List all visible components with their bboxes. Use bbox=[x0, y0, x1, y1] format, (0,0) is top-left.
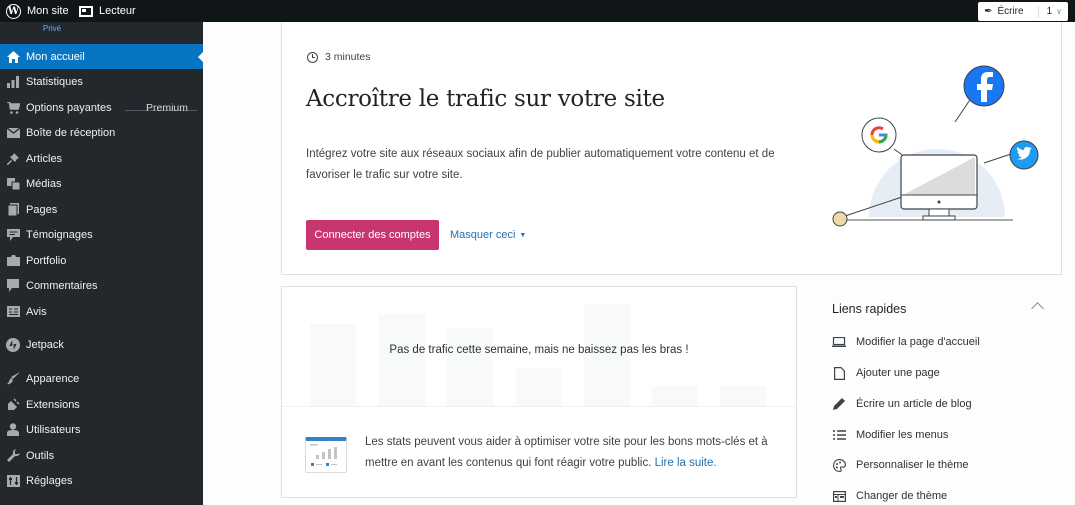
sidebar-item-inbox[interactable]: Boîte de réception bbox=[0, 120, 203, 145]
sidebar-item-articles[interactable]: Articles bbox=[0, 146, 203, 171]
quick-link-edit-menus[interactable]: Modifier les menus bbox=[832, 428, 948, 442]
stats-chart-icon bbox=[305, 437, 347, 473]
social-illustration bbox=[832, 65, 1039, 227]
sidebar-item-comments[interactable]: Commentaires bbox=[0, 273, 203, 298]
reader-label: Lecteur bbox=[99, 5, 136, 17]
sidebar-item-plugins[interactable]: Extensions bbox=[0, 392, 203, 417]
sidebar-item-stats[interactable]: Statistiques bbox=[0, 69, 203, 94]
sidebar-item-users[interactable]: Utilisateurs bbox=[0, 417, 203, 442]
sidebar-item-tools[interactable]: Outils bbox=[0, 443, 203, 468]
home-icon bbox=[6, 50, 20, 64]
pin-icon bbox=[6, 152, 20, 166]
stats-card: Pas de trafic cette semaine, mais ne bai… bbox=[281, 286, 797, 498]
placeholder-bar bbox=[447, 328, 493, 406]
hide-task-link[interactable]: Masquer ceci ▼ bbox=[450, 229, 526, 241]
dot-icon bbox=[832, 211, 848, 227]
facebook-icon bbox=[963, 65, 1005, 107]
page-icon bbox=[832, 366, 846, 380]
clock-icon bbox=[307, 51, 318, 63]
quick-link-write-post[interactable]: Écrire un article de blog bbox=[832, 397, 972, 411]
sidebar-item-home[interactable]: Mon accueil bbox=[0, 44, 204, 69]
task-title: Accroître le trafic sur votre site bbox=[306, 86, 665, 112]
page-icon bbox=[6, 203, 20, 217]
stats-tip-text: Les stats peuvent vous aider à optimiser… bbox=[365, 436, 768, 469]
reader-icon bbox=[79, 5, 93, 17]
quick-links-title: Liens rapides bbox=[832, 302, 907, 316]
twitter-icon bbox=[1009, 140, 1039, 170]
read-more-link[interactable]: Lire la suite. bbox=[655, 457, 717, 469]
sidebar: Mon accueil Statistiques Options payante… bbox=[0, 22, 204, 505]
placeholder-bar bbox=[310, 324, 356, 406]
sidebar-item-pages[interactable]: Pages bbox=[0, 197, 203, 222]
reader-button[interactable]: Lecteur bbox=[71, 0, 136, 22]
sidebar-item-settings[interactable]: Réglages bbox=[0, 468, 203, 493]
wrench-icon bbox=[6, 449, 20, 463]
theme-icon bbox=[832, 489, 846, 503]
testimonial-icon bbox=[6, 228, 20, 242]
chevron-up-icon[interactable] bbox=[1031, 302, 1044, 315]
stats-icon bbox=[6, 75, 20, 89]
cart-icon bbox=[6, 101, 20, 115]
sidebar-item-paid-options[interactable]: Options payantes Premium bbox=[0, 95, 203, 120]
feather-icon: ✒ bbox=[984, 6, 993, 17]
sidebar-item-feedback[interactable]: Avis bbox=[0, 299, 203, 324]
placeholder-bar bbox=[516, 368, 562, 406]
mail-icon bbox=[6, 126, 20, 140]
quick-link-add-page[interactable]: Ajouter une page bbox=[832, 366, 940, 380]
premium-badge: Premium bbox=[145, 101, 188, 114]
palette-icon bbox=[832, 458, 846, 472]
duration-row: 3 minutes bbox=[307, 51, 371, 63]
placeholder-bar bbox=[379, 314, 425, 406]
sidebar-item-appearance[interactable]: Apparence bbox=[0, 366, 203, 391]
placeholder-bar bbox=[652, 386, 698, 406]
sidebar-item-media[interactable]: Médias bbox=[0, 171, 203, 196]
google-icon bbox=[861, 117, 897, 153]
quick-link-change-theme[interactable]: Changer de thème bbox=[832, 489, 947, 503]
site-status-badge: Privé bbox=[36, 22, 68, 36]
list-icon bbox=[832, 428, 846, 442]
my-site-button[interactable]: W Mon site bbox=[0, 0, 69, 22]
quick-link-edit-homepage[interactable]: Modifier la page d'accueil bbox=[832, 335, 980, 349]
media-icon bbox=[6, 177, 20, 191]
portfolio-icon bbox=[6, 254, 20, 268]
jetpack-icon bbox=[6, 337, 20, 352]
feedback-icon bbox=[6, 305, 20, 319]
laptop-icon bbox=[832, 335, 846, 349]
sidebar-item-jetpack[interactable]: Jetpack bbox=[0, 332, 203, 357]
duration-text: 3 minutes bbox=[325, 51, 371, 63]
pencil-icon bbox=[832, 397, 846, 411]
placeholder-bar bbox=[720, 386, 766, 406]
task-description: Intégrez votre site aux réseaux sociaux … bbox=[306, 148, 775, 181]
sidebar-item-testimonials[interactable]: Témoignages bbox=[0, 222, 203, 247]
divider bbox=[1037, 5, 1039, 18]
wordpress-logo-icon: W bbox=[6, 3, 21, 19]
caret-down-icon: ▼ bbox=[519, 231, 527, 239]
my-site-label: Mon site bbox=[27, 5, 69, 17]
settings-icon bbox=[6, 474, 20, 488]
write-label: Écrire bbox=[997, 6, 1024, 17]
user-icon bbox=[6, 423, 20, 437]
connect-accounts-button[interactable]: Connecter des comptes bbox=[306, 220, 439, 250]
top-bar: W Mon site Lecteur ✒ Écrire 1 ∨ bbox=[0, 0, 1075, 22]
sidebar-item-portfolio[interactable]: Portfolio bbox=[0, 248, 203, 273]
plugin-icon bbox=[6, 398, 20, 412]
write-button[interactable]: ✒ Écrire 1 ∨ bbox=[978, 2, 1068, 21]
comment-icon bbox=[6, 279, 20, 293]
quick-link-customize-theme[interactable]: Personnaliser le thème bbox=[832, 458, 969, 472]
chevron-down-icon[interactable]: ∨ bbox=[1056, 7, 1062, 16]
stats-tip: Les stats peuvent vous aider à optimiser… bbox=[305, 436, 785, 474]
brush-icon bbox=[6, 372, 20, 386]
task-card: 3 minutes Accroître le trafic sur votre … bbox=[281, 22, 1062, 275]
empty-stats-message: Pas de trafic cette semaine, mais ne bai… bbox=[389, 344, 689, 356]
notifications-count[interactable]: 1 bbox=[1047, 6, 1053, 17]
